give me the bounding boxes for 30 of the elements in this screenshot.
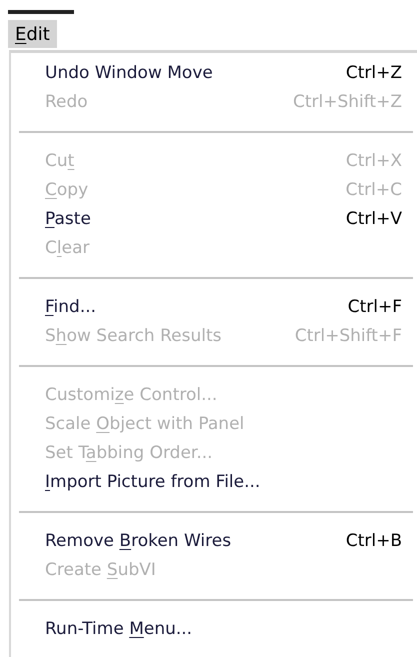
shortcut-label: Ctrl+Z bbox=[346, 62, 402, 85]
menu-item-label: Set Tabbing Order... bbox=[45, 442, 213, 465]
menu-item-label: Remove Broken Wires bbox=[45, 530, 232, 553]
menu-item-label: Copy bbox=[45, 178, 88, 202]
menu-item[interactable]: Run-Time Menu... bbox=[11, 615, 417, 644]
menu-item[interactable]: Find... Ctrl+F bbox=[11, 293, 417, 322]
menu-item[interactable]: Import Picture from File... bbox=[11, 468, 417, 497]
shortcut-label: Ctrl+X bbox=[346, 150, 402, 173]
menu-item[interactable]: Remove Broken Wires Ctrl+B bbox=[11, 527, 417, 556]
shortcut-label: Ctrl+V bbox=[346, 208, 402, 231]
menu-item[interactable]: Undo Window Move Ctrl+Z bbox=[11, 59, 417, 88]
menu-item-label: Paste bbox=[45, 208, 91, 231]
menu-item-label: Customize Control... bbox=[45, 384, 218, 407]
menu-item[interactable]: Paste Ctrl+V bbox=[11, 205, 417, 234]
menu-item-label: Clear bbox=[45, 236, 90, 260]
shortcut-label: Ctrl+Shift+Z bbox=[292, 90, 402, 114]
menu-item-label: Import Picture from File... bbox=[45, 470, 260, 494]
edit-menu-title[interactable]: Edit bbox=[8, 20, 57, 48]
shortcut-label: Ctrl+F bbox=[348, 296, 402, 319]
menu-item-label: Run-Time Menu... bbox=[45, 618, 192, 641]
shortcut-label: Ctrl+Shift+F bbox=[294, 324, 402, 348]
menu-item-label: Undo Window Move bbox=[45, 62, 213, 85]
menu-item-label: Scale Object with Panel bbox=[45, 412, 244, 436]
menu-item-label: Create SubVI bbox=[45, 558, 156, 582]
shortcut-label: Ctrl+C bbox=[346, 178, 402, 202]
menu-item-label: Find... bbox=[45, 296, 96, 319]
menu-item-label: Cut bbox=[45, 150, 74, 173]
menu-item-label: Redo bbox=[45, 90, 88, 114]
shortcut-label: Ctrl+B bbox=[346, 530, 402, 553]
menu-item-label: Show Search Results bbox=[45, 324, 222, 348]
